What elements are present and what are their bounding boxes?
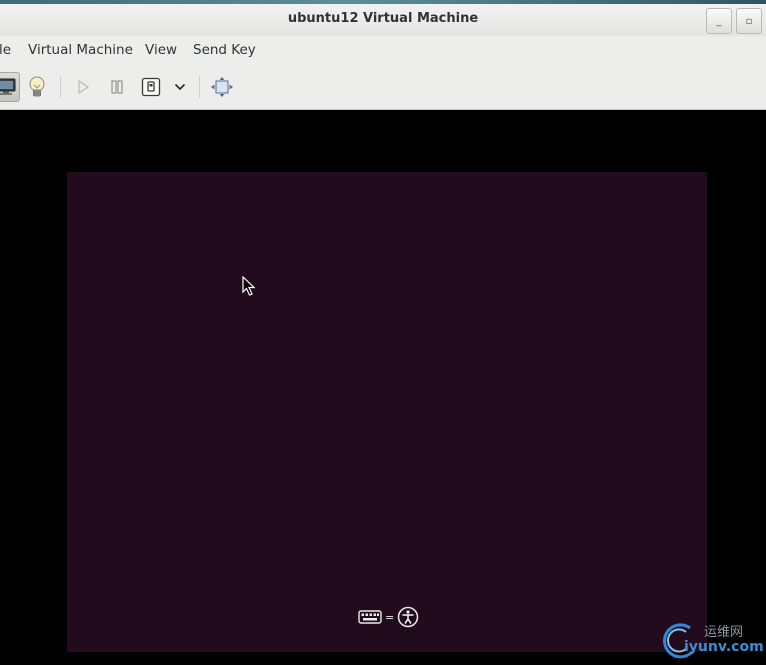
- details-view-button[interactable]: [24, 72, 50, 102]
- menu-virtual-machine[interactable]: Virtual Machine: [28, 42, 133, 58]
- title-bar[interactable]: ubuntu12 Virtual Machine _ ▫: [0, 4, 766, 36]
- fullscreen-button[interactable]: [208, 72, 236, 102]
- lightbulb-icon: [29, 76, 45, 97]
- window-title: ubuntu12 Virtual Machine: [287, 11, 479, 26]
- run-button[interactable]: [70, 72, 96, 102]
- play-icon: [78, 79, 90, 95]
- console-view-button[interactable]: [0, 72, 20, 102]
- pause-button[interactable]: [104, 72, 130, 102]
- minimize-icon: _: [716, 15, 722, 27]
- watermark-cn-text: 运维网: [704, 625, 744, 640]
- guest-screen[interactable]: =: [67, 172, 707, 652]
- monitor-icon: [0, 78, 16, 95]
- maximize-icon: ▫: [745, 15, 753, 27]
- mouse-cursor-icon: [242, 276, 256, 296]
- shutdown-menu-button[interactable]: [170, 72, 190, 102]
- keyboard-icon[interactable]: [358, 610, 382, 624]
- toolbar: [0, 64, 766, 110]
- menu-file[interactable]: le: [0, 42, 11, 58]
- accessibility-icon[interactable]: [397, 606, 419, 628]
- minimize-button[interactable]: _: [706, 8, 732, 34]
- fullscreen-arrows-icon: [211, 77, 233, 97]
- shutdown-button[interactable]: [138, 72, 164, 102]
- toolbar-separator: [60, 76, 61, 98]
- login-indicators: =: [358, 606, 419, 628]
- site-watermark: 运维网 iyunv.com: [660, 618, 766, 662]
- vm-console-display[interactable]: =: [0, 110, 766, 665]
- power-button-icon: [141, 77, 161, 97]
- menu-send-key[interactable]: Send Key: [193, 42, 256, 58]
- watermark-url-text: iyunv.com: [684, 639, 764, 655]
- chevron-down-icon: [174, 83, 186, 91]
- menu-bar: le Virtual Machine View Send Key: [0, 36, 766, 64]
- menu-view[interactable]: View: [145, 42, 177, 58]
- toolbar-separator: [199, 76, 200, 98]
- pause-icon: [111, 80, 123, 94]
- indicator-separator: =: [385, 610, 395, 624]
- maximize-button[interactable]: ▫: [736, 8, 762, 34]
